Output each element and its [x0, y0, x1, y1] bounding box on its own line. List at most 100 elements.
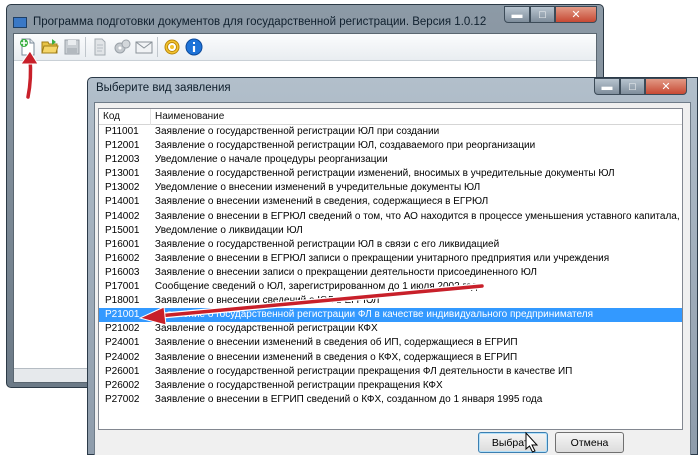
list-item-code: P16003 — [105, 266, 140, 278]
list-item-code: P14001 — [105, 196, 140, 208]
save-button[interactable] — [62, 38, 81, 57]
send-button[interactable] — [134, 38, 153, 57]
settings-button[interactable] — [162, 38, 181, 57]
toolbar-separator — [157, 37, 158, 57]
list-item[interactable]: P13001 Заявление о государственной регист… — [99, 167, 682, 181]
list-item-code: P16001 — [105, 238, 140, 250]
list-item[interactable]: P18001 Заявление о внесении сведений о ЮЛ… — [99, 294, 682, 308]
list-item-name: Заявление о государственной регистрации … — [154, 126, 440, 137]
minimize-button[interactable]: ▬ — [504, 6, 530, 23]
list-item[interactable]: P24001 Заявление о внесении изменений в с… — [99, 336, 682, 350]
list-item[interactable]: P17001 Сообщение сведений о ЮЛ, зарегистр… — [99, 280, 682, 294]
list-item[interactable]: P11001 Заявление о государственной регист… — [99, 125, 682, 139]
list-item[interactable]: P21002 Заявление о государственной регист… — [99, 322, 682, 336]
list-item[interactable]: P16001 Заявление о государственной регист… — [99, 238, 682, 252]
application-type-list[interactable]: Код Наименование P11001 Заявление о госуд… — [98, 108, 683, 430]
list-item-name: Уведомление о внесении изменений в учред… — [154, 182, 481, 194]
list-item[interactable]: P24002 Заявление о внесении изменений в с… — [99, 351, 682, 365]
list-item-name: Заявление о внесении изменений в сведени… — [154, 337, 518, 349]
list-item[interactable]: P16003 Заявление о внесении записи о прек… — [99, 266, 682, 280]
list-item-code: P26002 — [105, 379, 140, 391]
list-item-name: Заявление о государственной регистрации … — [154, 168, 615, 180]
column-header-code[interactable]: Код — [99, 109, 151, 125]
cancel-button[interactable]: Отмена — [555, 432, 624, 453]
list-item-name: Сообщение сведений о ЮЛ, зарегистрирован… — [154, 281, 483, 293]
dialog-maximize-button[interactable]: □ — [620, 78, 645, 95]
list-item[interactable]: P14002 Заявление о внесении в ЕГРЮЛ сведе… — [99, 210, 682, 224]
gears-icon — [114, 39, 130, 54]
close-button[interactable]: ✕ — [555, 6, 597, 23]
list-item-code: P18001 — [105, 295, 140, 307]
list-item-name: Заявление о государственной регистрации … — [154, 309, 593, 321]
open-button[interactable] — [40, 38, 59, 57]
main-window-title: Программа подготовки документов для госу… — [33, 16, 487, 28]
list-item[interactable]: P26002 Заявление о государственной регист… — [99, 379, 682, 393]
envelope-icon — [135, 41, 152, 54]
list-item[interactable]: P12001 Заявление о государственной регист… — [99, 139, 682, 153]
list-item-name: Заявление о внесении сведений о ЮЛ в ЕГР… — [154, 295, 380, 307]
dialog-minimize-button[interactable]: ▬ — [594, 78, 620, 95]
open-folder-icon — [40, 39, 59, 54]
help-button[interactable] — [184, 38, 203, 57]
new-document-icon — [19, 38, 34, 56]
list-item-name: Заявление о государственной регистрации … — [154, 238, 500, 250]
app-window-icon — [13, 16, 27, 28]
list-item-code: P14002 — [105, 210, 140, 222]
settings-gear-icon — [164, 39, 179, 55]
list-item-code: P24002 — [105, 351, 140, 363]
list-item-name: Заявление о государственной регистрации … — [154, 379, 443, 391]
list-item[interactable]: P13002 Уведомление о внесении изменений в… — [99, 181, 682, 195]
list-item-name: Заявление о государственной регистрации … — [154, 365, 573, 377]
document-button[interactable] — [90, 38, 109, 57]
dialog-window-controls: ▬ □ ✕ — [594, 78, 687, 95]
list-item-name: Заявление о внесении в ЕГРЮЛ записи о пр… — [154, 252, 610, 264]
toolbar-separator — [85, 37, 86, 57]
list-item[interactable]: P15001 Уведомление о ликвидации ЮЛ — [99, 224, 682, 238]
list-item-code: P21001 — [105, 309, 140, 321]
list-item-name: Уведомление о начале процедуры реорганиз… — [154, 154, 388, 166]
select-button[interactable]: Выбрать — [478, 432, 548, 453]
list-item[interactable]: P27002 Заявление о внесении в ЕГРИП сведе… — [99, 393, 682, 407]
list-item-code: P17001 — [105, 281, 140, 293]
list-item[interactable]: P21001 Заявление о государственной регист… — [99, 308, 682, 323]
list-header: Код Наименование — [99, 109, 682, 125]
new-document-button[interactable] — [18, 38, 37, 57]
list-item-code: P13002 — [105, 182, 140, 194]
list-item-code: P12003 — [105, 154, 140, 166]
list-item[interactable]: P12003 Уведомление о начале процедуры рео… — [99, 153, 682, 167]
list-item-code: P16002 — [105, 252, 140, 264]
list-item[interactable]: P16002 Заявление о внесении в ЕГРЮЛ запис… — [99, 252, 682, 266]
list-item[interactable]: P14001 Заявление о внесении изменений в с… — [99, 195, 682, 209]
maximize-button[interactable]: □ — [530, 6, 555, 23]
list-item-code: P24001 — [105, 337, 140, 349]
list-item-code: P26001 — [105, 365, 140, 377]
save-disk-icon — [64, 39, 79, 55]
help-icon — [185, 38, 202, 56]
list-item[interactable]: P26001 Заявление о государственной регист… — [99, 365, 682, 379]
list-rows: P11001 Заявление о государственной регист… — [99, 125, 682, 407]
column-header-name[interactable]: Наименование — [151, 109, 681, 125]
document-gray-icon — [94, 38, 105, 56]
list-item-code: P12001 — [105, 140, 140, 152]
list-item-name: Заявление о внесении изменений в сведени… — [154, 351, 518, 363]
dialog-client-area: Код Наименование P11001 Заявление о госуд… — [94, 102, 691, 455]
list-item-name: Заявление о внесении в ЕГРИП сведений о … — [154, 393, 543, 405]
list-item-code: P13001 — [105, 168, 140, 180]
list-item-code: P15001 — [105, 224, 140, 236]
list-item-name: Заявление о внесении в ЕГРЮЛ сведений о … — [154, 210, 682, 222]
main-window-controls: ▬ □ ✕ — [504, 6, 597, 23]
select-application-dialog: Выберите вид заявления ▬ □ ✕ Код Наимено… — [87, 77, 698, 455]
list-item-code: P27002 — [105, 393, 140, 405]
list-item-name: Заявление о государственной регистрации … — [154, 140, 536, 152]
dialog-close-button[interactable]: ✕ — [645, 78, 687, 95]
main-title-bar: Программа подготовки документов для госу… — [13, 13, 503, 31]
screen: Программа подготовки документов для госу… — [0, 0, 698, 455]
list-item-code: P21002 — [105, 323, 140, 335]
dialog-title: Выберите вид заявления — [96, 82, 231, 94]
list-item-name: Заявление о внесении изменений в сведени… — [154, 196, 489, 208]
toolbar — [14, 34, 596, 61]
list-item-name: Уведомление о ликвидации ЮЛ — [154, 224, 303, 236]
process-button[interactable] — [112, 38, 131, 57]
list-item-code: P11001 — [105, 126, 139, 137]
list-item-name: Заявление о государственной регистрации … — [154, 323, 378, 335]
